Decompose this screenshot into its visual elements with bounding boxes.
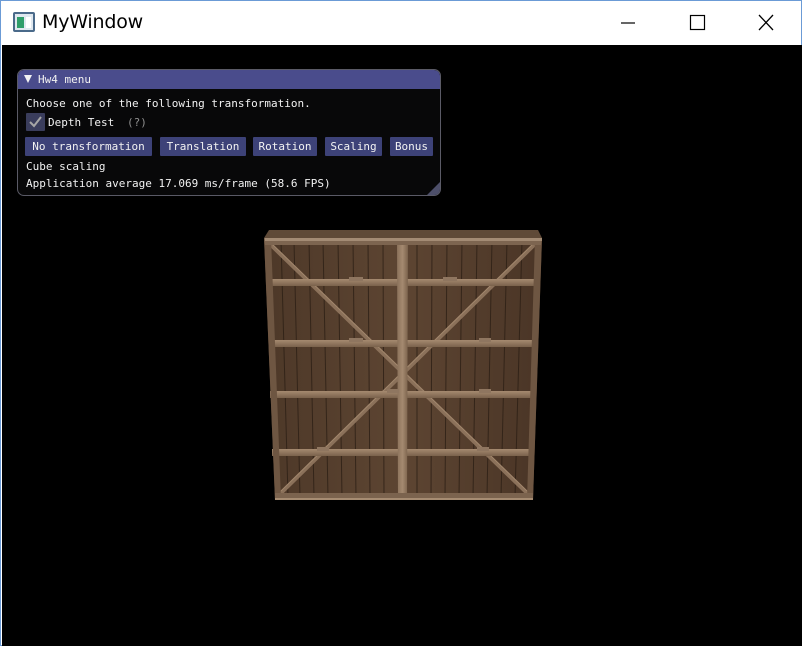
- rotation-button[interactable]: Rotation: [253, 137, 317, 156]
- collapse-arrow-icon[interactable]: [24, 75, 32, 83]
- imgui-menu-window[interactable]: Hw4 menu Choose one of the following tra…: [17, 69, 441, 196]
- fps-text: Application average 17.069 ms/frame (58.…: [26, 177, 331, 190]
- minimize-button[interactable]: [605, 1, 651, 45]
- close-icon: [758, 14, 774, 31]
- scaling-button[interactable]: Scaling: [325, 137, 382, 156]
- maximize-button[interactable]: [674, 1, 720, 45]
- window-title: MyWindow: [42, 11, 143, 33]
- render-viewport[interactable]: Hw4 menu Choose one of the following tra…: [2, 45, 802, 646]
- app-icon: [13, 12, 35, 32]
- app-window: MyWindow Hw4 menu Choose one of the foll…: [0, 0, 802, 646]
- current-mode-text: Cube scaling: [26, 160, 106, 173]
- depth-test-label[interactable]: Depth Test: [48, 116, 114, 129]
- title-bar[interactable]: MyWindow: [1, 1, 801, 45]
- instructions-text: Choose one of the following transformati…: [26, 97, 311, 110]
- checkmark-icon: [29, 116, 42, 128]
- depth-test-checkbox[interactable]: [26, 113, 45, 131]
- maximize-icon: [689, 14, 706, 31]
- minimize-icon: [621, 22, 635, 24]
- bonus-button[interactable]: Bonus: [390, 137, 433, 156]
- close-button[interactable]: [743, 1, 789, 45]
- wooden-crate: [264, 230, 542, 500]
- imgui-window-title: Hw4 menu: [38, 73, 91, 86]
- imgui-titlebar[interactable]: Hw4 menu: [18, 70, 440, 89]
- no-transformation-button[interactable]: No transformation: [25, 137, 152, 156]
- resize-grip[interactable]: [427, 182, 440, 195]
- help-marker[interactable]: (?): [127, 116, 147, 129]
- translation-button[interactable]: Translation: [160, 137, 246, 156]
